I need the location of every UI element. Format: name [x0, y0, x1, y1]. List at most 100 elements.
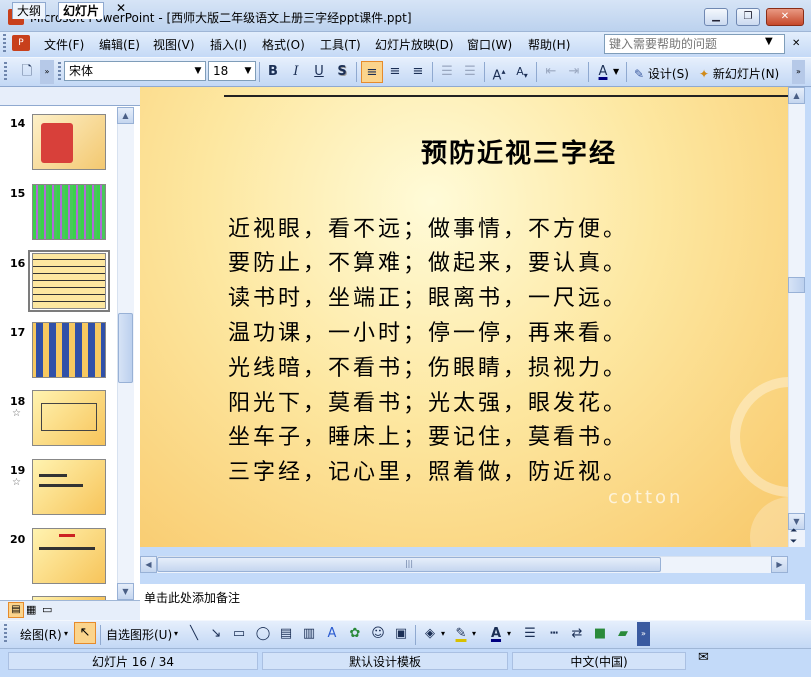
poem-line[interactable]: 阳光下，莫看书；光太强，眼发花。	[228, 385, 788, 417]
numbered-list-icon[interactable]: ☰	[436, 61, 458, 83]
vertical-text-box-icon[interactable]: ▥	[299, 624, 319, 644]
slide-thumbnail[interactable]	[32, 390, 106, 446]
diagram-icon[interactable]: ✿	[345, 624, 365, 644]
horizontal-scroll-thumb[interactable]: |||	[157, 557, 661, 572]
rectangle-icon[interactable]: ▭	[229, 624, 249, 644]
bold-button[interactable]: B	[262, 61, 284, 83]
poem-line[interactable]: 坐车子，睡床上；要记住，莫看书。	[228, 419, 788, 451]
tab-slides[interactable]: 幻灯片	[58, 2, 105, 19]
poem-line[interactable]: 近视眼，看不远；做事情，不方便。	[228, 211, 788, 243]
dash-style-icon[interactable]: ┅	[544, 624, 564, 644]
notes-placeholder[interactable]: 单击此处添加备注	[144, 589, 240, 606]
select-objects-icon[interactable]: ↖	[74, 622, 96, 644]
scroll-right-icon[interactable]: ▶	[771, 556, 788, 573]
line-color-icon[interactable]: ✎	[451, 624, 471, 644]
arrow-icon[interactable]: ↘	[206, 624, 226, 644]
spelling-check-icon[interactable]: ✉	[698, 650, 709, 665]
line-style-icon[interactable]: ☰	[520, 624, 540, 644]
decrease-indent-icon[interactable]: ⇤	[540, 61, 562, 83]
previous-slide-icon[interactable]: ⏶	[790, 527, 797, 536]
menu-file[interactable]: 文件(F)	[44, 36, 84, 53]
poem-line[interactable]: 三字经，记心里，照着做，防近视。	[228, 454, 788, 486]
autoshapes-menu-button[interactable]: 自选图形(U)	[106, 626, 172, 643]
next-slide-icon[interactable]: ⏷	[790, 538, 797, 547]
close-document-icon[interactable]: ✕	[792, 38, 800, 49]
poem-line[interactable]: 温功课，一小时；停一停，再来看。	[228, 315, 788, 347]
menu-help[interactable]: 帮助(H)	[528, 36, 570, 53]
wordart-icon[interactable]: A	[322, 624, 342, 644]
slide-vertical-scrollbar[interactable]	[788, 87, 805, 547]
font-color-icon[interactable]: A	[486, 624, 506, 644]
font-color-dropdown-icon[interactable]: ▼	[613, 67, 619, 76]
shadow-button[interactable]: S	[331, 61, 353, 83]
minimize-button[interactable]: ▁	[704, 8, 728, 26]
restore-button[interactable]: ❐	[736, 8, 760, 26]
slide-thumbnail[interactable]	[32, 528, 106, 584]
menu-insert[interactable]: 插入(I)	[210, 36, 247, 53]
new-slide-button[interactable]: ✦ 新幻灯片(N)	[699, 65, 779, 82]
tab-outline[interactable]: 大纲	[12, 2, 47, 19]
draw-menu-button[interactable]: 绘图(R)	[20, 626, 62, 643]
arrow-style-icon[interactable]: ⇄	[567, 624, 587, 644]
poem-line[interactable]: 读书时，坐端正；眼离书，一尺远。	[228, 280, 788, 312]
scroll-up-icon[interactable]: ▲	[788, 87, 805, 104]
toolbar-options-chevron-icon-2[interactable]: »	[792, 60, 805, 84]
menu-view[interactable]: 视图(V)	[153, 36, 195, 53]
design-button[interactable]: ✎ 设计(S)	[634, 65, 689, 82]
help-search-box[interactable]	[604, 34, 785, 54]
fill-color-dropdown-icon[interactable]: ▾	[441, 629, 445, 638]
align-right-icon[interactable]: ≡	[407, 61, 429, 83]
align-left-icon[interactable]: ≡	[361, 61, 383, 83]
menu-slideshow[interactable]: 幻灯片放映(D)	[375, 36, 454, 53]
insert-picture-icon[interactable]: ▣	[391, 624, 411, 644]
slide-title[interactable]: 预防近视三字经	[140, 133, 788, 170]
menu-edit[interactable]: 编辑(E)	[99, 36, 140, 53]
font-color-dropdown-icon[interactable]: ▾	[507, 629, 511, 638]
scroll-up-icon[interactable]: ▲	[117, 107, 134, 124]
fill-color-icon[interactable]: ◈	[420, 624, 440, 644]
font-name-dropdown-icon[interactable]: ▼	[191, 62, 205, 80]
slide-editing-area[interactable]: 预防近视三字经 近视眼，看不远；做事情，不方便。 要防止，不算难；做起来，要认真…	[140, 87, 788, 547]
font-name-combo[interactable]: 宋体	[64, 61, 206, 81]
draw-menu-dropdown-icon[interactable]: ▾	[64, 629, 68, 638]
pane-close-icon[interactable]: ✕	[116, 1, 126, 15]
slide-sorter-view-icon[interactable]: ▦	[26, 603, 36, 616]
poem-line[interactable]: 要防止，不算难；做起来，要认真。	[228, 245, 788, 277]
menu-window[interactable]: 窗口(W)	[467, 36, 512, 53]
slide-thumbnail[interactable]	[32, 114, 106, 170]
design-template-name[interactable]: 默认设计模板	[262, 652, 508, 670]
slide-thumbnail[interactable]	[32, 184, 106, 240]
line-icon[interactable]: ╲	[184, 624, 204, 644]
slide-thumbnail[interactable]	[32, 459, 106, 515]
text-box-icon[interactable]: ▤	[276, 624, 296, 644]
toolbar-options-chevron-icon[interactable]: »	[40, 60, 54, 84]
toolbar-grip[interactable]	[4, 624, 7, 644]
3d-style-icon[interactable]: ▰	[613, 624, 633, 644]
italic-button[interactable]: I	[285, 61, 307, 83]
slides-pane-scroll-thumb[interactable]	[118, 313, 133, 383]
scroll-left-icon[interactable]: ◀	[140, 556, 157, 573]
menu-format[interactable]: 格式(O)	[262, 36, 305, 53]
bullet-list-icon[interactable]: ☰	[459, 61, 481, 83]
toolbar-grip[interactable]	[4, 62, 7, 82]
toolbar-grip-2[interactable]	[58, 62, 61, 82]
slide-scroll-thumb[interactable]	[788, 277, 805, 293]
increase-indent-icon[interactable]: ⇥	[563, 61, 585, 83]
increase-font-size-icon[interactable]: A▴	[488, 61, 510, 83]
font-size-dropdown-icon[interactable]: ▼	[241, 62, 255, 80]
underline-button[interactable]: U	[308, 61, 330, 83]
shadow-style-icon[interactable]: ■	[590, 624, 610, 644]
new-document-icon[interactable]: 🗋	[16, 61, 38, 83]
help-search-input[interactable]	[605, 35, 765, 53]
normal-view-icon[interactable]: ▤	[8, 602, 24, 618]
align-center-icon[interactable]: ≡	[384, 61, 406, 83]
decrease-font-size-icon[interactable]: A▾	[511, 61, 533, 83]
poem-line[interactable]: 光线暗，不看书；伤眼睛，损视力。	[228, 350, 788, 382]
scroll-down-icon[interactable]: ▼	[117, 583, 134, 600]
oval-icon[interactable]: ◯	[253, 624, 273, 644]
clip-art-icon[interactable]: ☺	[368, 624, 388, 644]
toolbar-options-chevron-icon-3[interactable]: »	[637, 622, 650, 646]
help-dropdown-icon[interactable]: ▼	[765, 36, 773, 47]
document-icon[interactable]: P	[12, 35, 30, 51]
close-button[interactable]: ✕	[766, 8, 804, 26]
